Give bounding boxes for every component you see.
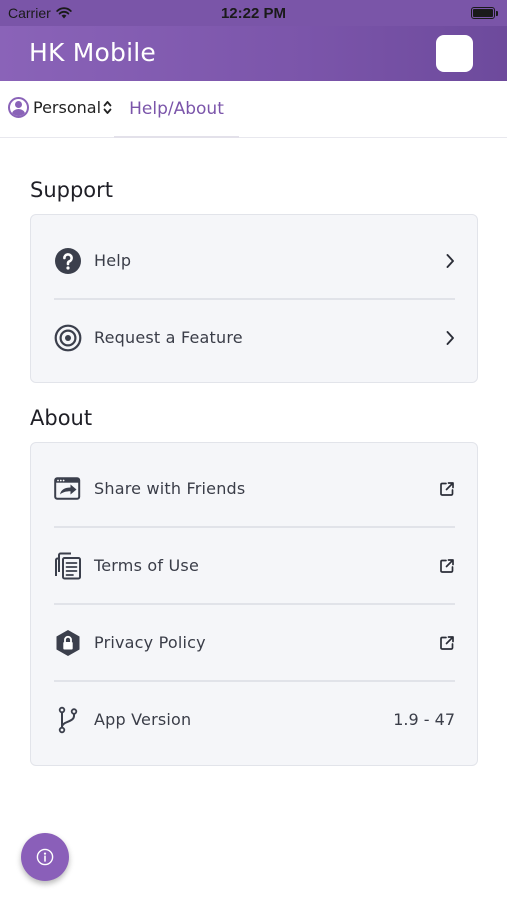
header-action-button[interactable] [436,35,473,72]
account-label: Personal [33,98,102,117]
documents-icon [54,552,82,580]
branch-icon [54,706,82,734]
account-switcher[interactable]: Personal [8,97,112,118]
app-version-value: 1.9 - 47 [393,710,455,729]
app-version-row: App Version 1.9 - 47 [31,681,479,758]
share-window-icon [54,475,82,503]
support-card: Help Request a Feature [30,214,478,383]
chevron-right-icon [445,253,455,269]
tab-bar: Personal Help/About [0,81,507,138]
app-title: HK Mobile [29,38,156,67]
info-button[interactable] [21,833,69,881]
share-row[interactable]: Share with Friends [31,450,479,527]
terms-label: Terms of Use [94,556,200,575]
tab-help-about-label: Help/About [129,98,224,119]
external-link-icon [439,558,455,574]
status-bar: Carrier 12:22 PM [0,0,507,26]
shield-lock-icon [54,629,82,657]
help-row[interactable]: Help [31,222,479,299]
share-label: Share with Friends [94,479,246,498]
chevron-right-icon [445,330,455,346]
target-icon [54,324,82,352]
up-down-chevron-icon [103,100,112,115]
app-header: HK Mobile [0,26,507,81]
privacy-label: Privacy Policy [94,633,206,652]
app-version-label: App Version [94,710,192,729]
clock: 12:22 PM [220,5,287,22]
privacy-row[interactable]: Privacy Policy [31,604,479,681]
external-link-icon [439,635,455,651]
external-link-icon [439,481,455,497]
support-section-title: Support [30,178,114,202]
request-feature-row[interactable]: Request a Feature [31,299,479,376]
terms-row[interactable]: Terms of Use [31,527,479,604]
question-circle-icon [54,247,82,275]
info-icon [36,848,54,866]
help-label: Help [94,251,132,270]
tab-help-about[interactable]: Help/About [114,81,239,138]
avatar-icon [8,97,29,118]
about-section-title: About [30,406,93,430]
about-card: Share with Friends Terms of Use Privacy … [30,442,478,766]
battery-icon [471,7,498,19]
request-feature-label: Request a Feature [94,328,243,347]
